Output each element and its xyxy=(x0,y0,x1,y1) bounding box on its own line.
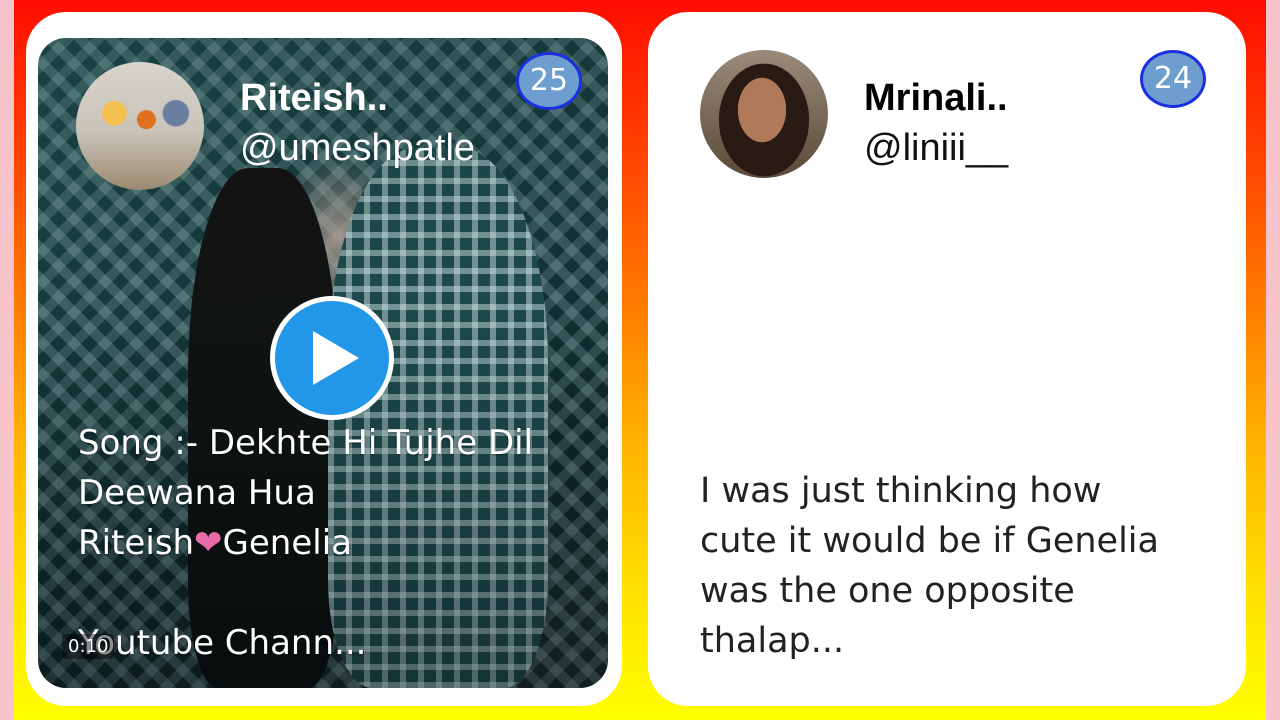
heart-icon: ❤ xyxy=(194,523,223,563)
tweet-text: I was just thinking how cute it would be… xyxy=(700,466,1220,666)
rank-badge: 25 xyxy=(516,52,582,110)
user-name: Mrinali.. xyxy=(864,77,1008,119)
caption-text: Genelia xyxy=(222,523,352,563)
caption-line: Deewana Hua xyxy=(78,473,316,513)
video-timer: 0:10 xyxy=(62,634,115,659)
tweet-caption: Song :- Dekhte Hi Tujhe Dil Deewana Hua … xyxy=(78,418,598,668)
play-button[interactable] xyxy=(270,296,394,420)
tweet-line: I was just thinking how xyxy=(700,471,1102,511)
play-icon xyxy=(313,331,359,385)
caption-line: Riteish❤Genelia xyxy=(78,518,598,568)
tweet-line: thalap... xyxy=(700,621,845,661)
caption-line xyxy=(78,568,598,618)
user-handle: @liniii__ xyxy=(864,127,1009,169)
avatar[interactable] xyxy=(700,50,828,178)
caption-line: Song :- Dekhte Hi Tujhe Dil xyxy=(78,423,534,463)
avatar[interactable] xyxy=(76,62,204,190)
caption-line: Youtube Chann... xyxy=(78,623,367,663)
user-name: Riteish.. xyxy=(240,77,388,119)
tweet-line: was the one opposite xyxy=(700,571,1075,611)
rank-badge: 24 xyxy=(1140,50,1206,108)
tweet-card-left[interactable]: Riteish.. @umeshpatle 25 Song :- Dekhte … xyxy=(26,12,622,706)
caption-text: Riteish xyxy=(78,523,195,563)
tweet-line: cute it would be if Genelia xyxy=(700,521,1159,561)
user-handle: @umeshpatle xyxy=(240,127,476,169)
tweet-card-right[interactable]: Mrinali.. @liniii__ 24 I was just thinki… xyxy=(648,12,1246,706)
